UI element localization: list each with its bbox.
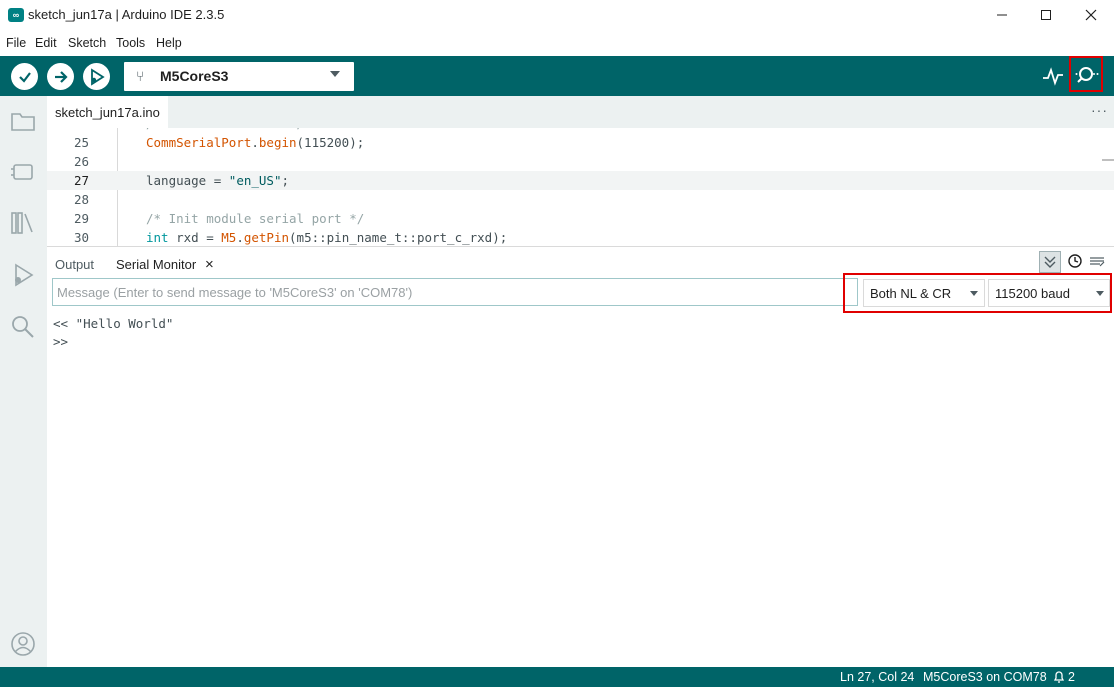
code-editor[interactable]: 24/* Init USB Serial */25CommSerialPort.… bbox=[47, 128, 1114, 246]
line-number: 29 bbox=[73, 211, 89, 226]
notifications-count: 2 bbox=[1068, 670, 1075, 684]
menu-edit[interactable]: Edit bbox=[35, 36, 57, 50]
timestamp-icon[interactable] bbox=[1065, 251, 1087, 273]
serial-plotter-button[interactable] bbox=[1041, 64, 1065, 88]
account-icon[interactable] bbox=[10, 631, 36, 657]
cursor-position[interactable]: Ln 27, Col 24 bbox=[840, 670, 914, 684]
code-line[interactable]: 29 /* Init module serial port */ bbox=[47, 209, 1114, 228]
folder-icon[interactable] bbox=[10, 108, 36, 134]
tab-serial-monitor[interactable]: Serial Monitor bbox=[116, 257, 196, 272]
serial-plotter-icon bbox=[1043, 67, 1063, 86]
arrow-right-icon bbox=[54, 70, 68, 83]
menu-help[interactable]: Help bbox=[156, 36, 182, 50]
tab-output[interactable]: Output bbox=[55, 257, 94, 272]
code-line[interactable]: 27 language = "en_US"; bbox=[47, 171, 1114, 190]
check-icon bbox=[18, 71, 31, 83]
title-bar: ∞ sketch_jun17a | Arduino IDE 2.3.5 bbox=[0, 0, 1114, 30]
code-token: ; bbox=[281, 173, 290, 188]
board-port-status[interactable]: M5CoreS3 on COM78 bbox=[923, 670, 1047, 684]
board-name: M5CoreS3 bbox=[160, 68, 229, 84]
annotation-highlight-box bbox=[843, 273, 1112, 313]
maximize-icon[interactable] bbox=[1023, 0, 1069, 30]
code-line[interactable]: 25 CommSerialPort.begin(115200); bbox=[47, 133, 1114, 152]
scrollbar-marker bbox=[1102, 159, 1114, 161]
more-actions-icon[interactable]: ··· bbox=[1091, 102, 1108, 118]
upload-button[interactable] bbox=[47, 63, 74, 90]
message-placeholder: Message (Enter to send message to 'M5Cor… bbox=[57, 285, 413, 300]
usb-icon: ⑂ bbox=[136, 68, 145, 84]
menu-file[interactable]: File bbox=[6, 36, 26, 50]
menu-bar: File Edit Sketch Tools Help bbox=[0, 30, 1114, 56]
search-icon[interactable] bbox=[10, 314, 36, 340]
code-line[interactable]: 26 bbox=[47, 152, 1114, 171]
serial-monitor-button[interactable] bbox=[1069, 56, 1103, 92]
code-token: . bbox=[251, 135, 259, 150]
code-token: CommSerialPort bbox=[146, 135, 252, 150]
board-selector[interactable]: ⑂ M5CoreS3 bbox=[124, 62, 354, 91]
code-token: (115200); bbox=[296, 135, 365, 150]
output-line: >> bbox=[53, 334, 69, 349]
status-bar: Ln 27, Col 24 M5CoreS3 on COM78 2 bbox=[0, 667, 1114, 687]
debug-button[interactable] bbox=[83, 63, 110, 90]
line-number: 25 bbox=[73, 135, 89, 150]
serial-monitor-icon bbox=[1075, 67, 1099, 83]
line-number: 30 bbox=[73, 230, 89, 245]
code-text: int rxd = M5.getPin(m5::pin_name_t::port… bbox=[146, 228, 507, 246]
code-token: int bbox=[146, 230, 169, 245]
output-line: << "Hello World" bbox=[53, 316, 174, 331]
line-number: 27 bbox=[73, 173, 89, 188]
board-manager-icon[interactable] bbox=[10, 159, 36, 185]
code-token: /* Init module serial port */ bbox=[146, 211, 365, 226]
code-line[interactable]: 28 bbox=[47, 190, 1114, 209]
menu-tools[interactable]: Tools bbox=[116, 36, 145, 50]
code-token: . bbox=[236, 230, 244, 245]
code-token: rxd = bbox=[168, 230, 222, 245]
arduino-logo-icon: ∞ bbox=[8, 8, 24, 22]
editor-tab-label: sketch_jun17a.ino bbox=[55, 105, 160, 120]
code-token: M5 bbox=[221, 230, 237, 245]
debug-icon bbox=[90, 67, 105, 86]
code-token: "en_US" bbox=[228, 173, 282, 188]
code-line[interactable]: 30 int rxd = M5.getPin(m5::pin_name_t::po… bbox=[47, 228, 1114, 246]
code-token: (m5::pin_name_t::port_c_rxd); bbox=[289, 230, 508, 245]
serial-message-input[interactable]: Message (Enter to send message to 'M5Cor… bbox=[52, 278, 858, 306]
code-text: CommSerialPort.begin(115200); bbox=[146, 133, 364, 152]
bell-icon[interactable] bbox=[1052, 669, 1066, 686]
code-token: getPin bbox=[243, 230, 290, 245]
serial-output: << "Hello World" >> bbox=[47, 313, 1114, 667]
menu-sketch[interactable]: Sketch bbox=[68, 36, 106, 50]
verify-button[interactable] bbox=[11, 63, 38, 90]
toolbar: ⑂ M5CoreS3 bbox=[0, 56, 1114, 96]
close-icon[interactable] bbox=[1068, 0, 1114, 30]
autoscroll-icon[interactable] bbox=[1039, 251, 1061, 273]
debug-icon[interactable] bbox=[10, 262, 36, 288]
code-token: /* Init USB Serial */ bbox=[146, 128, 304, 131]
close-serial-monitor-icon[interactable]: × bbox=[205, 256, 214, 273]
clear-output-icon[interactable] bbox=[1087, 251, 1109, 273]
code-token: begin bbox=[258, 135, 297, 150]
chevron-down-icon bbox=[330, 71, 340, 77]
editor-tab-sketch[interactable]: sketch_jun17a.ino bbox=[47, 96, 168, 128]
minimize-icon[interactable] bbox=[979, 0, 1025, 30]
line-number: 28 bbox=[73, 192, 89, 207]
left-sidebar bbox=[0, 96, 47, 667]
code-text: /* Init module serial port */ bbox=[146, 209, 364, 228]
code-token: language = bbox=[146, 173, 229, 188]
editor-tab-strip: sketch_jun17a.ino ··· bbox=[47, 96, 1114, 128]
library-icon[interactable] bbox=[10, 210, 36, 236]
code-text: language = "en_US"; bbox=[146, 171, 289, 190]
line-number: 26 bbox=[73, 154, 89, 169]
window-title: sketch_jun17a | Arduino IDE 2.3.5 bbox=[28, 7, 225, 22]
